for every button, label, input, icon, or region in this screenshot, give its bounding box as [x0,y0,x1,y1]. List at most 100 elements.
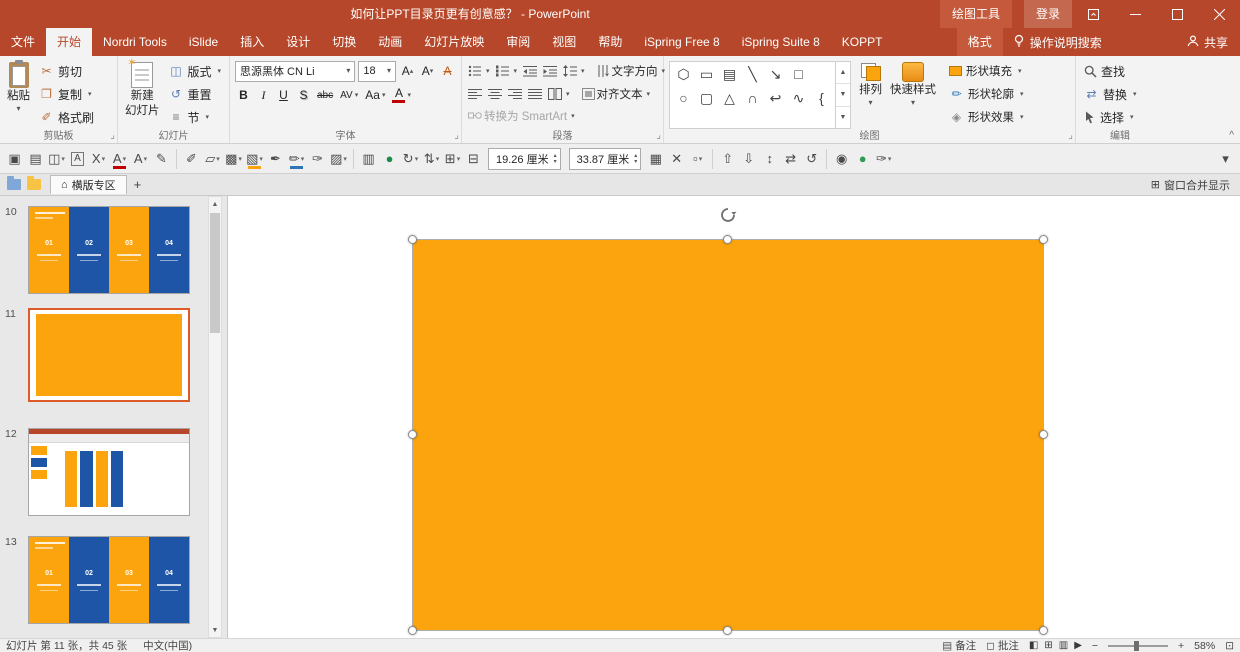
close-button[interactable] [1198,0,1240,28]
brace-shape-icon[interactable]: { [810,87,833,109]
gallery-scroll-down-button[interactable]: ▼ [836,83,850,105]
resize-handle-top-middle[interactable] [723,235,732,244]
zoom-percentage[interactable]: 58% [1194,640,1215,652]
text-shadow-button[interactable]: S [295,85,312,105]
merge-shapes-icon[interactable]: ◉ [831,147,852,171]
more-commands-button[interactable]: ▾ [1215,147,1236,171]
increase-font-size-button[interactable]: A▴ [399,61,416,81]
pen-tool-icon[interactable]: ✎ [151,147,172,171]
bring-forward-icon[interactable]: ⇧ [717,147,738,171]
height-stepper-arrows[interactable] [554,153,557,165]
ink-tools-icon[interactable]: ✑▾ [873,147,894,171]
tab-format[interactable]: 格式 [957,28,1003,56]
drawing-dialog-launcher[interactable]: ⌟ [1068,131,1073,141]
arrange-button[interactable]: 排列 ▾ [855,59,886,129]
font-dialog-launcher[interactable]: ⌟ [454,131,459,141]
shape-height-field[interactable]: 19.26 厘米 [488,148,561,170]
resize-handle-bottom-left[interactable] [408,626,417,635]
edit-shape-icon[interactable]: ▱▾ [202,147,223,171]
picture-tool-icon[interactable]: ▨▾ [328,147,349,171]
tab-insert[interactable]: 插入 [229,28,275,56]
cut-button[interactable]: ✂ 剪切 [34,60,99,82]
fill-color-icon[interactable]: ▧▾ [244,147,265,171]
zoom-slider-thumb[interactable] [1134,641,1139,651]
curve-shape-icon[interactable]: ∿ [787,87,810,109]
numbering-button[interactable] [493,60,521,82]
zoom-out-button[interactable]: − [1092,640,1098,652]
reset-button[interactable]: ↺ 重置 [164,83,227,105]
line-shape-icon[interactable]: ╲ [741,63,764,85]
selected-shape-rectangle[interactable] [413,240,1043,630]
tab-design[interactable]: 设计 [275,28,321,56]
quick-styles-button[interactable]: 快速样式 ▾ [886,59,940,129]
elbow-arrow-shape-icon[interactable]: ↩ [764,87,787,109]
maximize-button[interactable] [1156,0,1198,28]
align-center-button[interactable] [485,83,505,105]
decrease-font-size-button[interactable]: A▾ [419,61,436,81]
swap-position-icon[interactable]: ⇄ [780,147,801,171]
workspace-tab[interactable]: ⌂ 横版专区 [50,175,127,194]
increase-indent-button[interactable] [540,60,560,82]
find-button[interactable]: 查找 [1079,60,1161,82]
tab-ispring-suite-8[interactable]: iSpring Suite 8 [731,28,831,56]
slide-thumbnail-13[interactable]: 01 02 03 04 [28,536,190,624]
columns-button[interactable] [545,83,573,105]
tab-slideshow[interactable]: 幻灯片放映 [413,28,495,56]
record-tool-icon[interactable]: ● [379,147,400,171]
favorites-folder-icon[interactable] [27,179,41,190]
send-backward-icon[interactable]: ⇩ [738,147,759,171]
shape-fill-button[interactable]: 形状填充 [944,60,1029,82]
paragraph-dialog-launcher[interactable]: ⌟ [656,131,661,141]
distribute-objects-icon[interactable]: ⊟ [463,147,484,171]
font-tool-icon[interactable]: X▾ [88,147,109,171]
decrease-indent-button[interactable] [520,60,540,82]
resize-handle-top-left[interactable] [408,235,417,244]
arc-shape-icon[interactable]: ∩ [741,87,764,109]
insert-placeholder-icon[interactable]: ◫▾ [46,147,67,171]
select-button[interactable]: 选择 [1079,106,1161,128]
tell-me-search[interactable]: 操作说明搜索 [1003,28,1112,56]
new-slide-button[interactable]: 新建 幻灯片 [121,59,164,129]
notes-toggle[interactable]: ▤ 备注 [942,638,976,652]
text-effect-tool-icon[interactable]: A▾ [130,147,151,171]
font-color-button[interactable]: A [390,85,413,105]
ink-pen-icon[interactable]: ✑ [307,147,328,171]
underline-button[interactable]: U [275,85,292,105]
view-reading-button[interactable]: ▥ [1059,640,1068,651]
open-folder-icon[interactable] [7,179,21,190]
view-slide-sorter-button[interactable]: ⊞ [1044,640,1052,651]
shape-effects-button[interactable]: ◈ 形状效果 [944,106,1029,128]
gallery-scroll-up-button[interactable]: ▲ [836,62,850,83]
text-box-shape-icon[interactable]: ▭ [695,63,718,85]
layout-button[interactable]: ◫ 版式 [164,60,227,82]
delete-tool-icon[interactable]: ✕ [666,147,687,171]
tab-animations[interactable]: 动画 [367,28,413,56]
scroll-down-arrow[interactable]: ▼ [209,623,221,637]
width-stepper-arrows[interactable] [634,153,637,165]
bullets-button[interactable] [465,60,493,82]
paste-tool-icon[interactable]: ▣ [4,147,25,171]
rotate-tool-icon[interactable]: ↻▾ [400,147,421,171]
minimize-button[interactable] [1114,0,1156,28]
comments-toggle[interactable]: ◻ 批注 [986,638,1019,652]
format-painter-button[interactable]: ✐ 格式刷 [34,106,99,128]
font-name-combobox[interactable]: 思源黑体 CN Li ▾ [235,61,355,82]
brush-tool-icon[interactable]: ✐ [181,147,202,171]
font-color-tool-icon[interactable]: A▾ [109,147,130,171]
character-spacing-button[interactable]: AV [338,85,360,105]
tab-help[interactable]: 帮助 [587,28,633,56]
oval-draw-icon[interactable]: ● [852,147,873,171]
shape-width-field[interactable]: 33.87 厘米 [569,148,642,170]
tab-file[interactable]: 文件 [0,28,46,56]
add-workspace-tab-button[interactable]: + [127,177,149,192]
slide-thumbnail-10[interactable]: 01 02 03 04 [28,206,190,294]
language-indicator[interactable]: 中文(中国) [143,638,192,652]
section-button[interactable]: ≡ 节 [164,106,227,128]
arrow-line-shape-icon[interactable]: ↘ [764,63,787,85]
oval-shape-icon[interactable]: ○ [672,87,695,109]
ribbon-display-options-button[interactable] [1072,0,1114,28]
hexagon-shape-icon[interactable]: ⬡ [672,63,695,85]
tab-transitions[interactable]: 切换 [321,28,367,56]
resize-handle-left-middle[interactable] [408,430,417,439]
tab-nordri-tools[interactable]: Nordri Tools [92,28,178,56]
